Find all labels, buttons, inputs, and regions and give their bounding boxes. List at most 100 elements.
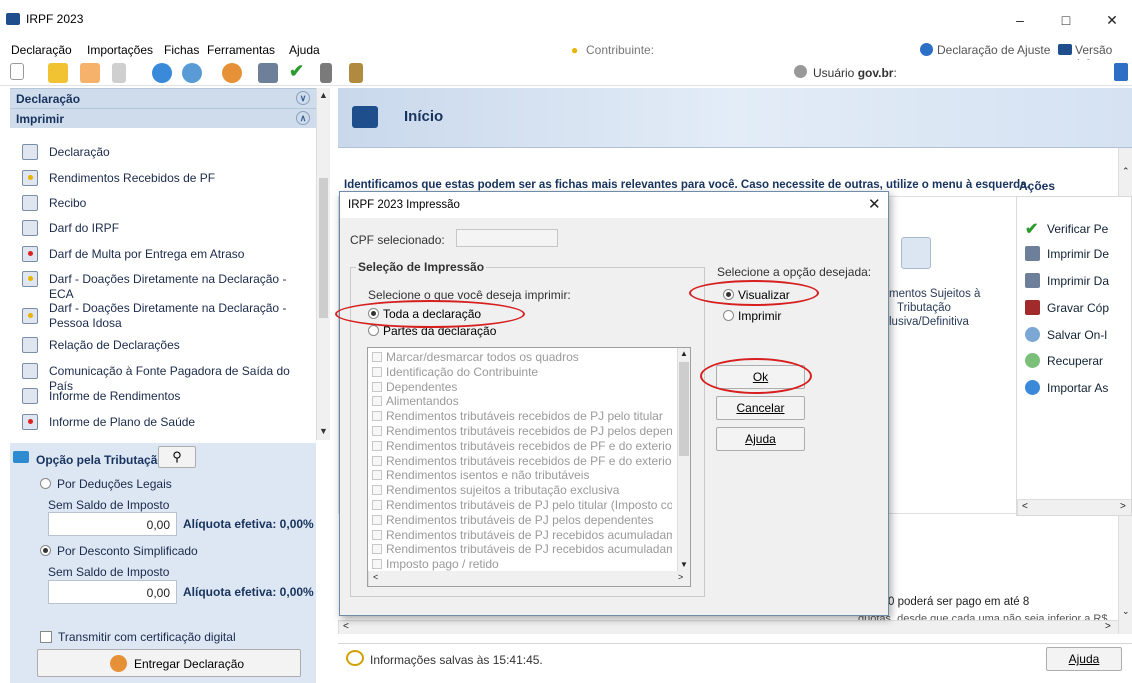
simplificado-valor-field[interactable]: 0,00 xyxy=(48,580,177,604)
ajuda-button[interactable]: Ajuda xyxy=(1046,647,1122,671)
scroll-right-icon[interactable]: > xyxy=(1120,501,1126,512)
quadro-item[interactable]: Rendimentos tributáveis recebidos de PF … xyxy=(372,454,672,468)
book-icon[interactable] xyxy=(349,63,363,83)
exit-icon[interactable] xyxy=(1114,63,1128,81)
quadro-checkbox[interactable] xyxy=(372,470,382,481)
scroll-up-icon[interactable]: ▲ xyxy=(319,90,328,100)
open-folder-icon[interactable] xyxy=(48,63,68,83)
quadros-h-scrollbar[interactable]: < > xyxy=(368,571,690,586)
sync-icon[interactable] xyxy=(152,63,172,83)
imprimir-radio[interactable] xyxy=(723,310,734,321)
quadro-checkbox[interactable] xyxy=(372,352,382,362)
menu-declaracao[interactable]: Declaração xyxy=(11,43,72,57)
menu-importacoes[interactable]: Importações xyxy=(87,43,153,57)
import-icon[interactable] xyxy=(182,63,202,83)
cancelar-button[interactable]: Cancelar xyxy=(716,396,805,420)
sidebar-item-darf-irpf[interactable]: Darf do IRPF xyxy=(22,220,312,238)
close-window-button[interactable]: ✕ xyxy=(1092,4,1132,36)
quadro-item[interactable]: Rendimentos tributáveis de PJ recebidos … xyxy=(372,542,672,556)
sidebar-item-darf-multa[interactable]: Darf de Multa por Entrega em Atraso xyxy=(22,246,312,264)
ajuda-dialog-button[interactable]: Ajuda xyxy=(716,427,805,451)
scroll-down-icon[interactable]: ▼ xyxy=(319,426,328,436)
quadro-checkbox[interactable] xyxy=(372,529,382,540)
deducoes-valor-field[interactable]: 0,00 xyxy=(48,512,177,536)
entregar-declaracao-button[interactable]: Entregar Declaração xyxy=(37,649,301,677)
quadro-item[interactable]: Rendimentos isentos e não tributáveis xyxy=(372,468,672,482)
sidebar-item-declaracao[interactable]: Declaração xyxy=(22,144,312,162)
scroll-right-icon[interactable]: > xyxy=(678,572,683,582)
sidebar-item-plano-saude[interactable]: Informe de Plano de Saúde xyxy=(22,414,312,432)
dialog-close-icon[interactable]: ✕ xyxy=(868,195,881,213)
menu-ferramentas[interactable]: Ferramentas xyxy=(207,43,275,57)
quadro-checkbox[interactable] xyxy=(372,366,382,377)
quadro-checkbox[interactable] xyxy=(372,381,382,392)
sidebar-item-rendimentos-pf[interactable]: Rendimentos Recebidos de PF xyxy=(22,170,312,188)
scroll-right-icon[interactable]: > xyxy=(1105,621,1111,632)
sidebar-item-comunicacao[interactable]: Comunicação à Fonte Pagadora de Saída do… xyxy=(22,363,312,393)
quadro-item[interactable]: Rendimentos tributáveis recebidos de PJ … xyxy=(372,424,672,438)
deducoes-radio[interactable] xyxy=(40,478,51,489)
certificacao-checkbox[interactable] xyxy=(40,631,52,643)
quadro-checkbox[interactable] xyxy=(372,544,382,555)
quadro-item[interactable]: Rendimentos tributáveis recebidos de PF … xyxy=(372,439,672,453)
sidebar-item-darf-idosa[interactable]: Darf - Doações Diretamente na Declaração… xyxy=(22,300,312,334)
quadro-item[interactable]: Rendimentos sujeitos a tributação exclus… xyxy=(372,483,672,497)
cpf-field[interactable] xyxy=(456,229,558,247)
minimize-button[interactable]: – xyxy=(1000,4,1040,36)
quadro-item[interactable]: Marcar/desmarcar todos os quadros xyxy=(372,350,672,364)
menu-fichas[interactable]: Fichas xyxy=(164,43,199,57)
sidebar-item-darf-eca[interactable]: Darf - Doações Diretamente na Declaração… xyxy=(22,271,312,301)
quadro-item[interactable]: Alimentandos xyxy=(372,394,672,408)
sidebar-item-relacao[interactable]: Relação de Declarações xyxy=(22,337,312,355)
action-gravar-copia[interactable]: Gravar Cóp xyxy=(1025,300,1132,318)
expand-icon[interactable]: ∨ xyxy=(296,91,310,105)
quadro-item[interactable]: Rendimentos tributáveis de PJ pelo titul… xyxy=(372,498,672,512)
quadro-item[interactable]: Rendimentos tributáveis recebidos de PJ … xyxy=(372,409,672,423)
scroll-left-icon[interactable]: < xyxy=(343,621,349,632)
globe-icon[interactable] xyxy=(222,63,242,83)
quadro-item[interactable]: Imposto pago / retido xyxy=(372,557,672,571)
search-button[interactable]: ⚲ xyxy=(158,446,196,468)
section-imprimir[interactable]: Imprimir ∧ xyxy=(10,108,316,128)
acoes-h-scrollbar[interactable]: < > xyxy=(1017,499,1131,515)
scroll-thumb[interactable] xyxy=(679,362,689,456)
quadro-checkbox[interactable] xyxy=(372,500,382,510)
folder-icon[interactable] xyxy=(80,63,100,83)
collapse-icon[interactable]: ∧ xyxy=(296,111,310,125)
quadro-checkbox[interactable] xyxy=(372,440,382,451)
quadro-item[interactable]: Rendimentos tributáveis de PJ pelos depe… xyxy=(372,513,672,527)
scroll-down-icon[interactable]: ⌄ xyxy=(1122,606,1130,617)
document-icon[interactable] xyxy=(901,237,931,269)
quadro-checkbox[interactable] xyxy=(372,396,382,407)
quadros-v-scrollbar[interactable]: ▲ ▼ xyxy=(677,348,690,571)
new-file-icon[interactable] xyxy=(10,63,24,80)
partes-declaracao-radio[interactable] xyxy=(368,325,379,336)
scroll-up-icon[interactable]: ▲ xyxy=(680,349,688,358)
scroll-left-icon[interactable]: < xyxy=(373,572,378,582)
quadro-checkbox[interactable] xyxy=(372,514,382,525)
scroll-thumb[interactable] xyxy=(319,178,328,318)
quadro-checkbox[interactable] xyxy=(372,455,382,466)
quadro-checkbox[interactable] xyxy=(372,485,382,496)
action-imprimir-declaracao[interactable]: Imprimir De xyxy=(1025,246,1132,264)
scroll-down-icon[interactable]: ▼ xyxy=(680,560,688,569)
check-icon[interactable]: ✔ xyxy=(289,61,304,82)
action-imprimir-darf[interactable]: Imprimir Da xyxy=(1025,273,1132,291)
quadro-item[interactable]: Identificação do Contribuinte xyxy=(372,365,672,379)
sidebar-item-recibo[interactable]: Recibo xyxy=(22,195,312,213)
action-importar[interactable]: Importar As xyxy=(1025,380,1132,398)
content-h-scrollbar[interactable]: < > xyxy=(338,620,1118,634)
quadro-item[interactable]: Dependentes xyxy=(372,380,672,394)
print-icon[interactable] xyxy=(258,63,278,83)
maximize-button[interactable]: □ xyxy=(1046,4,1086,36)
quadro-checkbox[interactable] xyxy=(372,559,382,570)
calculator-icon[interactable] xyxy=(320,63,332,83)
menu-ajuda[interactable]: Ajuda xyxy=(289,43,320,57)
quadro-checkbox[interactable] xyxy=(372,426,382,436)
action-verificar[interactable]: ✔ Verificar Pe xyxy=(1025,221,1132,239)
scroll-left-icon[interactable]: < xyxy=(1022,501,1028,512)
quadro-item[interactable]: Rendimentos tributáveis de PJ recebidos … xyxy=(372,528,672,542)
ficha-card-text[interactable]: mentos Sujeitos à Tributação lusiva/Defi… xyxy=(889,287,980,329)
action-salvar-online[interactable]: Salvar On-l xyxy=(1025,327,1132,345)
sidebar-scrollbar[interactable]: ▲ ▼ xyxy=(316,88,330,440)
